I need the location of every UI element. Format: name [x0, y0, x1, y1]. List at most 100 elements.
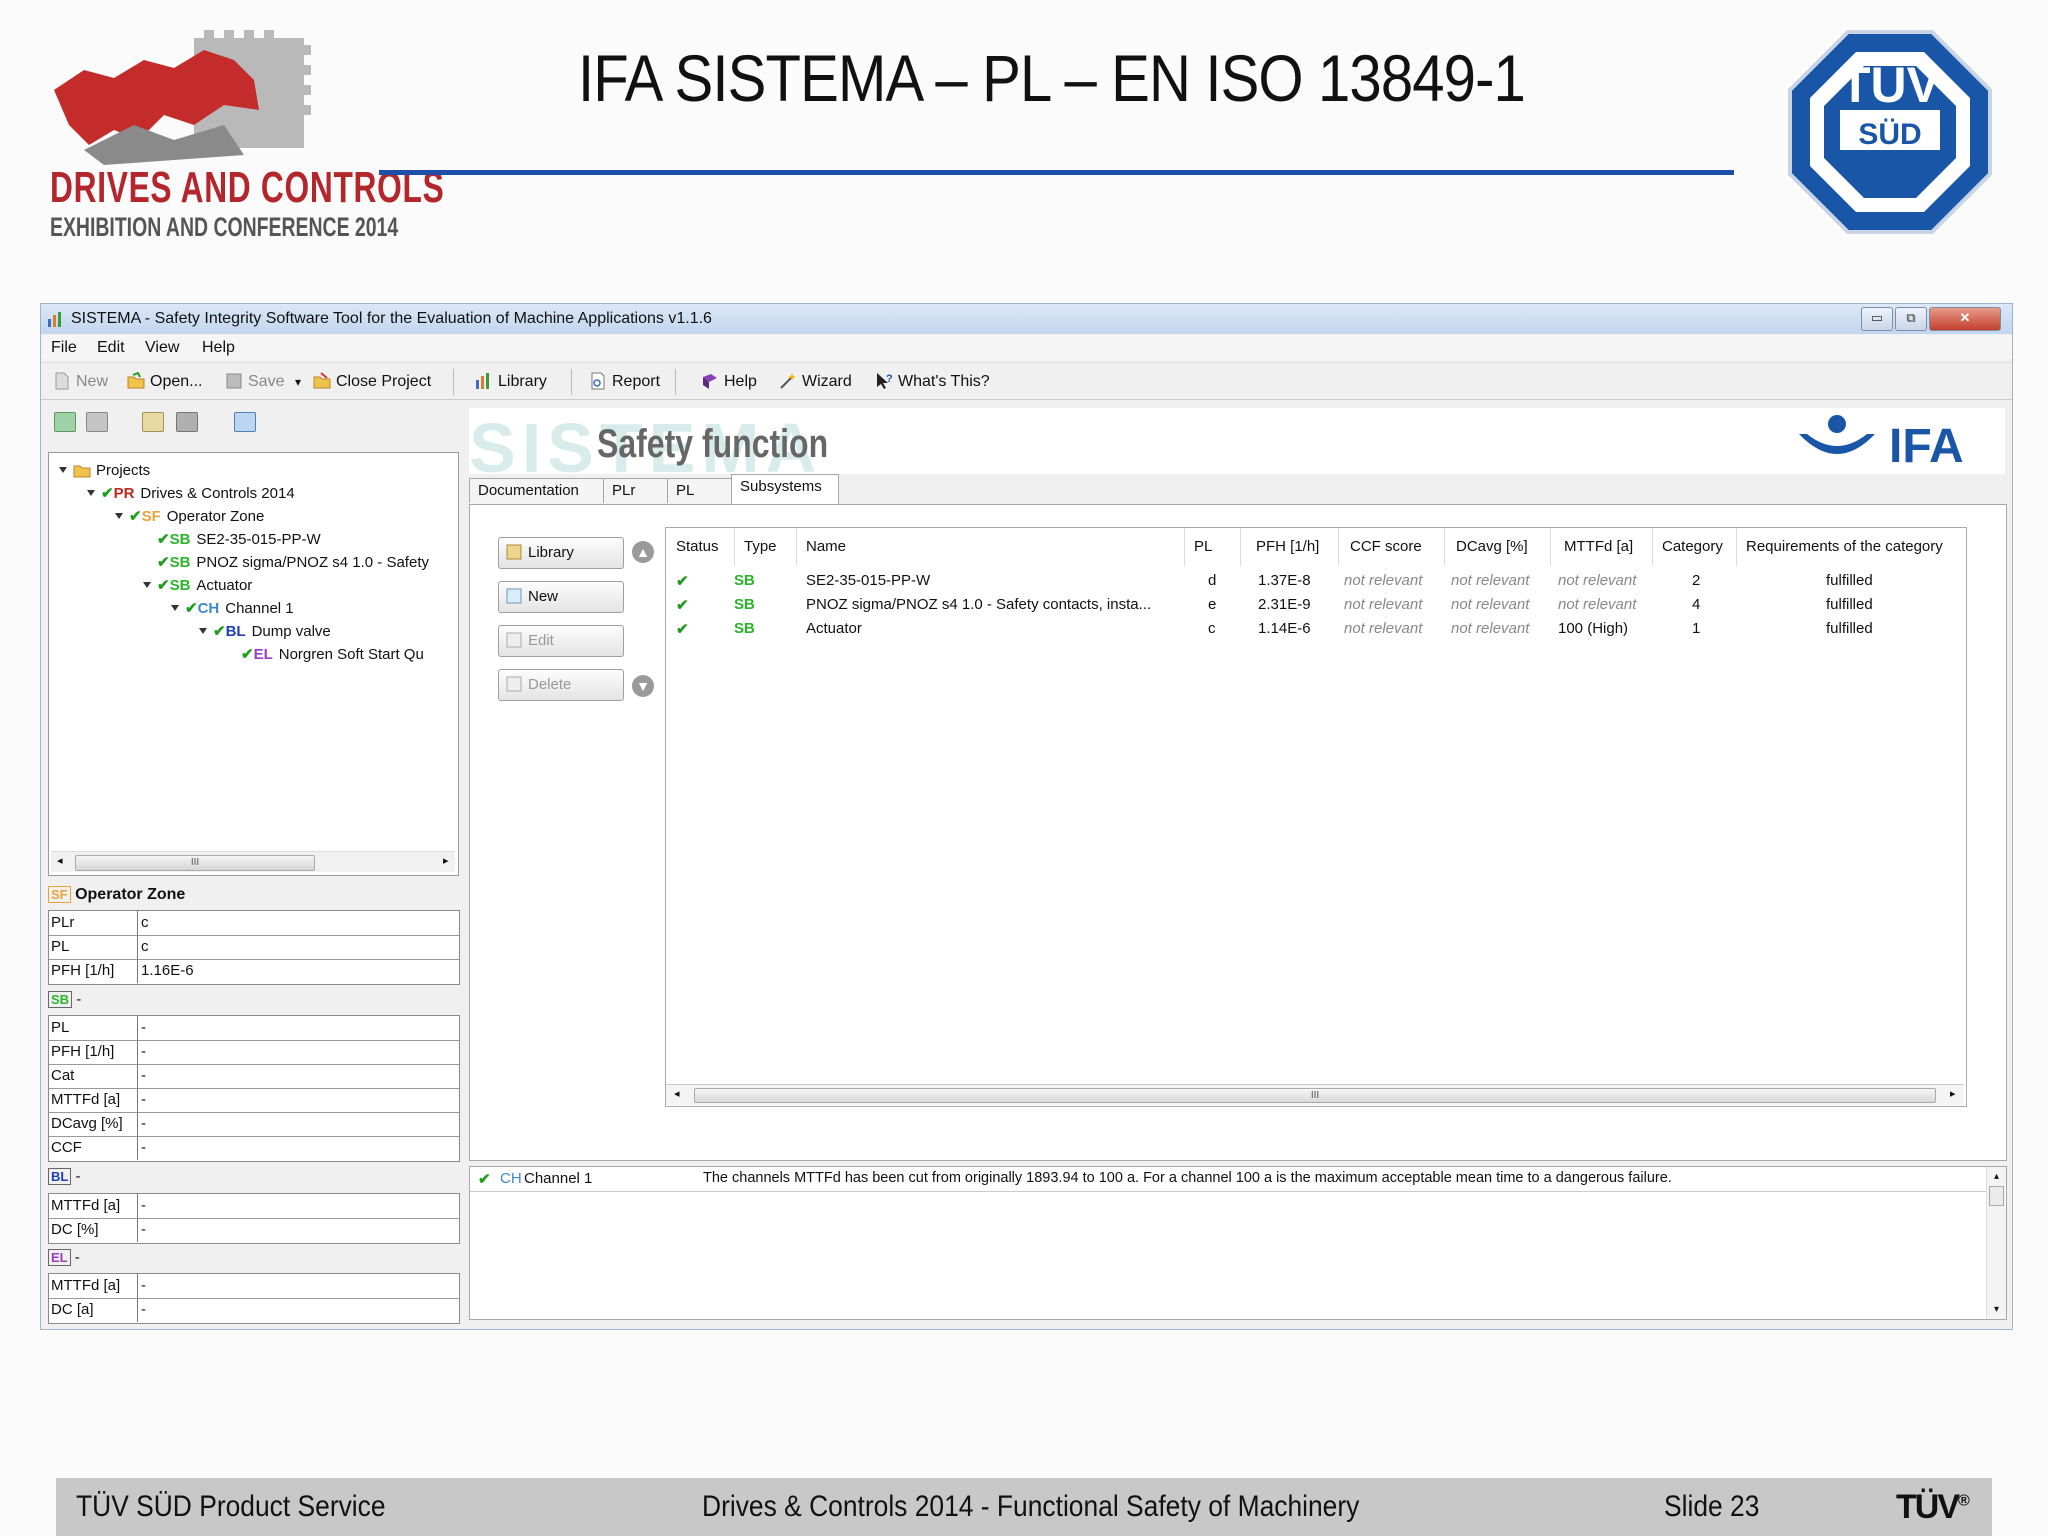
column-header-status[interactable]: Status — [676, 538, 719, 555]
tab-subsystems[interactable]: Subsystems — [731, 474, 839, 504]
save-button[interactable]: Save — [225, 372, 284, 391]
sistema-window: SISTEMA - Safety Integrity Software Tool… — [40, 303, 2013, 1330]
open-button[interactable]: Open... — [127, 372, 202, 391]
table-row[interactable]: ✔ SB PNOZ sigma/PNOZ s4 1.0 - Safety con… — [666, 592, 1966, 616]
tree-item-safety-function[interactable]: ✔SF Operator Zone — [115, 507, 264, 525]
scroll-left-arrow[interactable]: ◂ — [57, 854, 63, 867]
tree-item-channel[interactable]: ✔CH Channel 1 — [171, 599, 294, 617]
scroll-left-arrow[interactable]: ◂ — [674, 1087, 680, 1100]
scroll-down-arrow[interactable]: ▾ — [1987, 1304, 2006, 1315]
column-header-category[interactable]: Category — [1662, 538, 1723, 555]
tree-item-subsystem[interactable]: ✔SB PNOZ sigma/PNOZ s4 1.0 - Safety — [157, 553, 429, 571]
tree-item-subsystem[interactable]: ✔SB Actuator — [143, 576, 252, 594]
tree-tag: SB — [169, 577, 191, 594]
window-titlebar[interactable]: SISTEMA - Safety Integrity Software Tool… — [41, 304, 2012, 334]
column-header-name[interactable]: Name — [806, 538, 846, 555]
footer-tuv-text: TÜV — [1896, 1488, 1960, 1526]
folder-icon — [73, 465, 91, 478]
scroll-thumb[interactable]: III — [694, 1088, 1936, 1103]
subsystems-panel: Library New Edit Delete ▲ ▼ Status Type … — [469, 504, 2007, 1161]
expand-icon[interactable] — [87, 490, 95, 496]
tree-item-block[interactable]: ✔BL Dump valve — [199, 622, 331, 640]
column-header-type[interactable]: Type — [744, 538, 777, 555]
tree-item-projects[interactable]: Projects — [59, 461, 150, 479]
column-header-pl[interactable]: PL — [1194, 538, 1212, 555]
menu-edit[interactable]: Edit — [97, 339, 125, 357]
menu-file[interactable]: File — [51, 339, 77, 357]
column-header-mttfd[interactable]: MTTFd [a] — [1564, 538, 1633, 555]
wizard-icon — [780, 373, 796, 389]
report-icon — [591, 372, 605, 390]
help-button[interactable]: Help — [701, 372, 757, 391]
restore-button[interactable]: ⧉ — [1895, 307, 1927, 331]
scroll-up-arrow[interactable]: ▴ — [1987, 1171, 2006, 1182]
check-icon: ✔ — [129, 508, 142, 525]
delete-subsystem-button[interactable]: Delete — [498, 669, 624, 701]
close-window-button[interactable]: ✕ — [1929, 307, 2001, 331]
tree-item-subsystem[interactable]: ✔SB SE2-35-015-PP-W — [157, 530, 321, 548]
save-dropdown-arrow[interactable]: ▾ — [295, 375, 301, 389]
column-header-pfh[interactable]: PFH [1/h] — [1256, 538, 1319, 555]
new-sf-icon[interactable] — [54, 412, 76, 432]
new-icon — [506, 588, 522, 604]
sb-properties-table: PL - PFH [1/h] - Cat - MTTFd [a] - DCavg [%]… — [48, 1015, 460, 1162]
message-row[interactable]: ✔ CH Channel 1 The channels MTTFd has be… — [470, 1167, 2006, 1192]
table-row[interactable]: ✔ SB SE2-35-015-PP-W d 1.37E-8 not relev… — [666, 568, 1966, 592]
minimize-button[interactable]: ▭ — [1861, 307, 1893, 331]
tab-documentation[interactable]: Documentation — [469, 478, 605, 503]
whats-this-button[interactable]: ? What's This? — [875, 372, 990, 391]
grid-horizontal-scrollbar[interactable]: ◂ III ▸ — [666, 1084, 1964, 1105]
tree-toolbar — [44, 404, 462, 440]
property-row: PLr c — [49, 911, 459, 936]
scroll-right-arrow[interactable]: ▸ — [1950, 1087, 1956, 1100]
library-button[interactable]: Library — [498, 537, 624, 569]
name-cell: PNOZ sigma/PNOZ s4 1.0 - Safety contacts… — [806, 596, 1152, 613]
tree-label: Drives & Controls 2014 — [140, 485, 295, 502]
column-header-requirements[interactable]: Requirements of the category — [1746, 538, 1943, 555]
wizard-button[interactable]: Wizard — [779, 372, 852, 391]
expand-icon[interactable] — [199, 628, 207, 634]
requirements-cell: fulfilled — [1826, 596, 1873, 613]
bl-properties-header: BL - — [48, 1168, 81, 1185]
table-row[interactable]: ✔ SB Actuator c 1.14E-6 not relevant not… — [666, 616, 1966, 640]
column-header-ccf[interactable]: CCF score — [1350, 538, 1422, 555]
scroll-grip: III — [190, 857, 200, 868]
subsystems-grid: Status Type Name PL PFH [1/h] CCF score … — [665, 527, 1967, 1107]
scroll-thumb[interactable]: III — [75, 855, 315, 871]
menu-view[interactable]: View — [145, 339, 179, 357]
new-button[interactable]: New — [53, 372, 108, 391]
move-up-icon[interactable]: ▲ — [632, 541, 654, 563]
new-subsystem-button[interactable]: New — [498, 581, 624, 613]
column-header-dcavg[interactable]: DCavg [%] — [1456, 538, 1528, 555]
tree-item-element[interactable]: ✔EL Norgren Soft Start Qu — [241, 645, 424, 663]
scroll-right-arrow[interactable]: ▸ — [443, 854, 449, 867]
tab-plr[interactable]: PLr — [603, 478, 669, 503]
expand-icon[interactable] — [115, 513, 123, 519]
library-button[interactable]: Library — [475, 372, 547, 391]
move-down-icon[interactable]: ▼ — [632, 675, 654, 697]
tab-bar: Documentation PLr PL Subsystems — [469, 474, 2005, 504]
slide-title: IFA SISTEMA – PL – EN ISO 13849-1 — [578, 41, 1526, 115]
tree-label: Projects — [96, 462, 151, 479]
copy-icon[interactable] — [142, 412, 164, 432]
pfh-cell: 2.31E-9 — [1258, 596, 1311, 613]
tab-pl[interactable]: PL — [667, 478, 733, 503]
delete-icon[interactable] — [176, 412, 198, 432]
tree-item-project[interactable]: ✔PR Drives & Controls 2014 — [87, 484, 295, 502]
close-project-button[interactable]: Close Project — [313, 372, 431, 391]
menu-help[interactable]: Help — [202, 339, 235, 357]
new-sb-icon[interactable] — [86, 412, 108, 432]
expand-icon[interactable] — [143, 582, 151, 588]
sb-properties-header: SB - — [48, 991, 81, 1008]
scroll-thumb[interactable] — [1989, 1186, 2004, 1206]
edit-subsystem-button[interactable]: Edit — [498, 625, 624, 657]
expand-icon[interactable] — [59, 467, 67, 473]
expand-icon[interactable] — [171, 605, 179, 611]
report-label: Report — [612, 373, 661, 390]
report-button[interactable]: Report — [589, 372, 660, 391]
name-cell: SE2-35-015-PP-W — [806, 572, 931, 589]
bl-tag: BL — [48, 1168, 72, 1185]
tree-horizontal-scrollbar[interactable]: ◂ III ▸ — [51, 851, 455, 872]
message-vertical-scrollbar[interactable]: ▴ ▾ — [1986, 1167, 2006, 1319]
import-icon[interactable] — [234, 412, 256, 432]
